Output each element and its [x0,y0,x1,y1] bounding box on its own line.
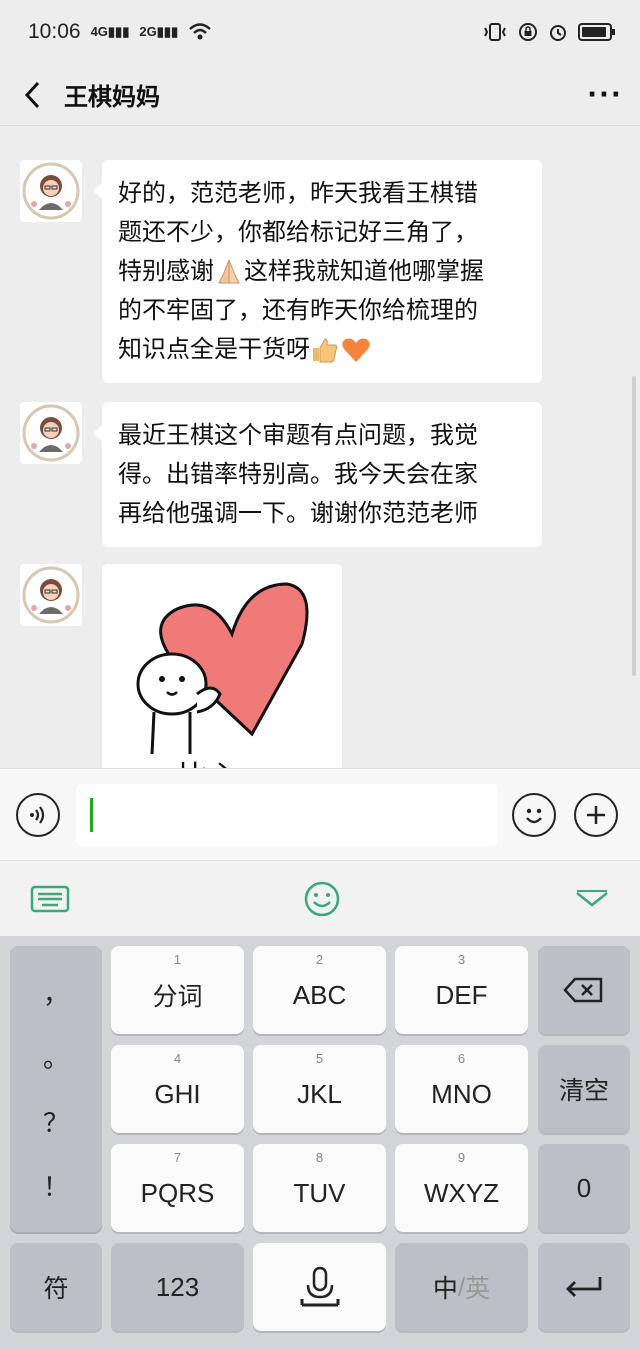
message-line: 得。出错率特别高。我今天会在家 [118,460,478,488]
key-7[interactable]: 7 PQRS [111,1144,244,1232]
message-row: 比心 [20,564,342,768]
message-line: 的不牢固了，还有昨天你给梳理的 [118,296,478,324]
avatar-icon [22,566,80,624]
key-9[interactable]: 9 WXYZ [395,1144,528,1232]
vibrate-icon [484,23,506,41]
message-line: 题还不少，你都给标记好三角了， [118,218,478,246]
signal-icon: 4G▮▮▮ [90,24,130,39]
avatar-icon [22,162,80,220]
message-line: 好的，范范老师，昨天我看王棋错 [118,179,478,207]
key-5[interactable]: 5 JKL [253,1045,386,1133]
chat-header: 王棋妈妈 ··· [0,64,640,126]
status-bar: 10:06 4G▮▮▮ 2G▮▮▮ [0,0,640,64]
message-row: 最近王棋这个审题有点问题，我觉 得。出错率特别高。我今天会在家 再给他强调一下。… [20,402,542,547]
message-line: 再给他强调一下。谢谢你范范老师 [118,499,478,527]
chat-title: 王棋妈妈 [64,83,160,111]
back-button[interactable] [0,64,64,126]
voice-icon [30,805,45,824]
key-2[interactable]: 2 ABC [253,946,386,1034]
chat-message-list[interactable]: 好的，范范老师，昨天我看王棋错 题还不少，你都给标记好三角了， 特别感谢 这样我就… [0,126,640,768]
clock: 10:06 [28,20,81,43]
enter-key[interactable] [538,1243,630,1331]
language-switch-key[interactable]: 中 / 英 [395,1243,528,1331]
sticker-caption: 比心 [178,752,238,768]
sticker-message[interactable]: 比心 [102,564,342,768]
message-line: 知识点全是干货呀 [118,330,526,369]
microphone-icon [300,1266,339,1307]
wifi-icon [189,23,212,40]
heart-icon [342,338,370,362]
backspace-key[interactable] [538,946,630,1034]
more-functions-button[interactable] [574,792,618,837]
more-icon: ··· [587,79,623,110]
symbol-key[interactable]: 符 [10,1243,102,1331]
avatar[interactable] [20,564,82,626]
chevron-left-icon [24,81,40,108]
key-1[interactable]: 1 分词 [111,946,244,1034]
more-options-button[interactable]: ··· [570,64,640,126]
punct-key[interactable]: ， [43,974,69,1011]
message-row: 好的，范范老师，昨天我看王棋错 题还不少，你都给标记好三角了， 特别感谢 这样我就… [20,160,542,383]
emoji-keyboard-icon[interactable] [303,880,341,918]
clear-key[interactable]: 清空 [538,1045,630,1133]
emoji-smile-icon [526,808,542,823]
message-bubble[interactable]: 最近王棋这个审题有点问题，我觉 得。出错率特别高。我今天会在家 再给他强调一下。… [93,402,542,547]
punct-key[interactable]: 。 [43,1038,69,1075]
emoji-button[interactable] [512,792,556,837]
t9-keyboard: ， 。 ？ ！ 1 分词 2 ABC 3 DEF 4 GHI 5 JKL 6 MNO 清空 … [0,936,640,1350]
thumbs-up-icon [313,338,338,363]
lock-rotation-icon [519,23,537,41]
punct-key[interactable]: ！ [43,1167,69,1204]
avatar[interactable] [20,160,82,222]
alarm-icon [550,25,566,41]
voice-input-button[interactable] [16,792,60,837]
punct-key[interactable]: ？ [43,1103,69,1140]
enter-icon [566,1277,602,1297]
plus-icon [587,805,605,824]
keyboard-icon[interactable] [30,884,70,914]
voice-key[interactable] [253,1243,386,1331]
key-0[interactable]: 0 [538,1144,630,1232]
message-line: 最近王棋这个审题有点问题，我觉 [118,421,478,449]
avatar[interactable] [20,402,82,464]
keyboard-toolbar [0,860,640,936]
message-text-input[interactable] [76,783,498,846]
key-4[interactable]: 4 GHI [111,1045,244,1133]
text-caret [90,797,93,832]
signal-icon-2: 2G▮▮▮ [139,24,179,39]
backspace-icon [563,977,603,1003]
hide-keyboard-icon[interactable] [574,887,610,911]
praying-hands-icon [218,259,240,284]
numeric-key[interactable]: 123 [111,1243,244,1331]
message-line: 特别感谢 这样我就知道他哪掌握 [118,257,484,285]
key-6[interactable]: 6 MNO [395,1045,528,1133]
message-input-bar [0,768,640,860]
heart-sticker-icon [136,582,309,755]
battery-icon [578,23,615,41]
message-bubble[interactable]: 好的，范范老师，昨天我看王棋错 题还不少，你都给标记好三角了， 特别感谢 这样我就… [93,160,542,383]
punctuation-column: ， 。 ？ ！ [10,946,102,1232]
key-3[interactable]: 3 DEF [395,946,528,1034]
avatar-icon [22,404,80,462]
scrollbar[interactable] [632,376,636,676]
key-8[interactable]: 8 TUV [253,1144,386,1232]
